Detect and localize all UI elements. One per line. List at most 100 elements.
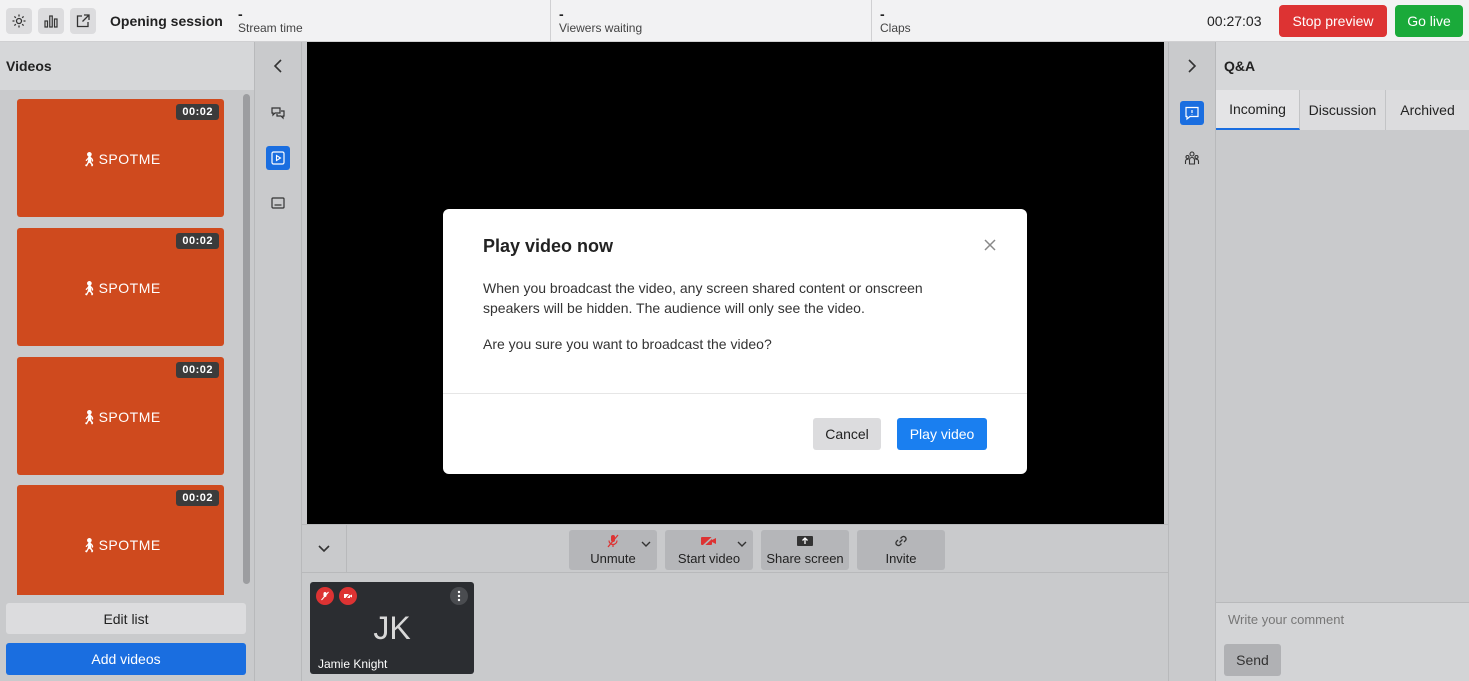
captions-tool-button[interactable] — [266, 191, 290, 215]
person-icon: 🚶︎ — [80, 151, 99, 167]
gear-icon — [12, 14, 26, 27]
chat-bubbles-icon — [271, 107, 285, 120]
tool-column — [255, 42, 302, 681]
external-link-icon — [76, 13, 90, 27]
tab-archived[interactable]: Archived — [1386, 90, 1469, 130]
qa-chat-icon — [1185, 106, 1199, 121]
share-screen-label: Share screen — [766, 551, 844, 566]
share-screen-icon — [797, 536, 813, 546]
link-icon — [895, 535, 907, 547]
media-controls: Unmute Start video Share screen Invite — [302, 524, 1168, 573]
qa-question-list — [1216, 130, 1469, 602]
go-live-button[interactable]: Go live — [1395, 5, 1463, 37]
videos-tool-button[interactable] — [266, 146, 290, 170]
bar-chart-icon — [44, 14, 58, 28]
top-bar: Opening session - Stream time - Viewers … — [0, 0, 1469, 42]
speaker-tile[interactable]: JK Jamie Knight — [310, 582, 474, 674]
video-thumbnail[interactable]: 00:02 🚶︎SPOTME — [17, 228, 224, 346]
captions-icon — [271, 197, 285, 209]
comment-input[interactable]: Write your comment — [1228, 612, 1344, 627]
qa-panel: Q&A Incoming Discussion Archived Write y… — [1216, 42, 1469, 681]
person-icon: 🚶︎ — [80, 537, 99, 553]
chevron-left-icon — [273, 59, 282, 73]
video-duration: 00:02 — [176, 233, 219, 249]
invite-button[interactable]: Invite — [857, 530, 945, 570]
dialog-title: Play video now — [483, 236, 614, 256]
tab-incoming[interactable]: Incoming — [1216, 90, 1300, 130]
camera-off-icon — [701, 534, 716, 548]
video-thumbnail[interactable]: 00:02 🚶︎SPOTME — [17, 485, 224, 595]
video-thumbnail[interactable]: 00:02 🚶︎SPOTME — [17, 99, 224, 217]
speaker-more-button[interactable] — [450, 587, 468, 605]
chat-tool-button[interactable] — [266, 101, 290, 125]
collapse-speakers-button[interactable] — [302, 525, 347, 573]
mic-off-badge — [316, 587, 334, 605]
close-button[interactable] — [981, 236, 999, 254]
qa-title: Q&A — [1216, 42, 1469, 90]
qa-tool-button[interactable] — [1180, 101, 1204, 125]
qa-tabs: Incoming Discussion Archived — [1216, 90, 1469, 130]
collapse-left-button[interactable] — [255, 42, 301, 90]
open-external-button[interactable] — [70, 7, 96, 34]
people-tool-button[interactable] — [1180, 146, 1204, 170]
more-vertical-icon — [457, 590, 461, 602]
cancel-button[interactable]: Cancel — [813, 418, 881, 450]
stat-value: - — [238, 6, 243, 22]
stat-value: - — [559, 6, 564, 22]
mic-off-icon — [607, 534, 619, 548]
session-timer: 00:27:03 — [1207, 13, 1262, 29]
video-list-scrollbar[interactable] — [243, 94, 250, 584]
session-title: Opening session — [110, 12, 223, 29]
send-button[interactable]: Send — [1224, 644, 1281, 676]
video-play-icon — [271, 151, 285, 165]
speakers-area: JK Jamie Knight — [302, 574, 1168, 681]
play-video-button[interactable]: Play video — [897, 418, 987, 450]
chevron-down-icon[interactable] — [737, 540, 747, 548]
videos-title: Videos — [0, 42, 254, 90]
video-duration: 00:02 — [176, 490, 219, 506]
speaker-name: Jamie Knight — [318, 657, 388, 671]
stop-preview-button[interactable]: Stop preview — [1279, 5, 1387, 37]
tab-discussion[interactable]: Discussion — [1300, 90, 1386, 130]
settings-button[interactable] — [6, 7, 32, 34]
dialog-message: When you broadcast the video, any screen… — [483, 280, 923, 316]
dialog-question: Are you sure you want to broadcast the v… — [483, 336, 772, 352]
mic-off-icon — [321, 591, 329, 601]
right-tool-column — [1168, 42, 1216, 681]
unmute-button[interactable]: Unmute — [569, 530, 657, 570]
person-icon: 🚶︎ — [80, 409, 99, 425]
spotme-logo: 🚶︎SPOTME — [80, 280, 161, 296]
chevron-down-icon[interactable] — [641, 540, 651, 548]
spotme-logo: 🚶︎SPOTME — [80, 409, 161, 425]
chevron-right-icon — [1188, 59, 1197, 73]
speaker-initials: JK — [373, 610, 411, 646]
stat-label: Viewers waiting — [559, 21, 643, 35]
share-screen-button[interactable]: Share screen — [761, 530, 849, 570]
start-video-label: Start video — [677, 551, 741, 566]
edit-list-button[interactable]: Edit list — [6, 603, 246, 634]
spotme-logo: 🚶︎SPOTME — [80, 151, 161, 167]
divider — [871, 0, 872, 41]
stat-label: Stream time — [238, 21, 303, 35]
camera-off-badge — [339, 587, 357, 605]
divider — [550, 0, 551, 41]
analytics-button[interactable] — [38, 7, 64, 34]
divider — [443, 393, 1027, 394]
video-list: 00:02 🚶︎SPOTME 00:02 🚶︎SPOTME 00:02 🚶︎SP… — [0, 90, 255, 595]
chevron-down-icon — [318, 545, 330, 553]
comment-box: Write your comment Send — [1216, 602, 1469, 681]
expand-right-button[interactable] — [1169, 42, 1215, 90]
person-icon: 🚶︎ — [80, 280, 99, 296]
unmute-label: Unmute — [590, 551, 636, 566]
videos-panel: Videos 00:02 🚶︎SPOTME 00:02 🚶︎SPOTME 00:… — [0, 42, 255, 681]
add-videos-button[interactable]: Add videos — [6, 643, 246, 675]
video-duration: 00:02 — [176, 104, 219, 120]
camera-off-icon — [344, 591, 352, 601]
video-thumbnail[interactable]: 00:02 🚶︎SPOTME — [17, 357, 224, 475]
people-icon — [1184, 151, 1200, 165]
start-video-button[interactable]: Start video — [665, 530, 753, 570]
play-video-dialog: Play video now When you broadcast the vi… — [443, 209, 1027, 474]
invite-label: Invite — [885, 551, 917, 566]
video-duration: 00:02 — [176, 362, 219, 378]
close-icon — [984, 239, 996, 251]
